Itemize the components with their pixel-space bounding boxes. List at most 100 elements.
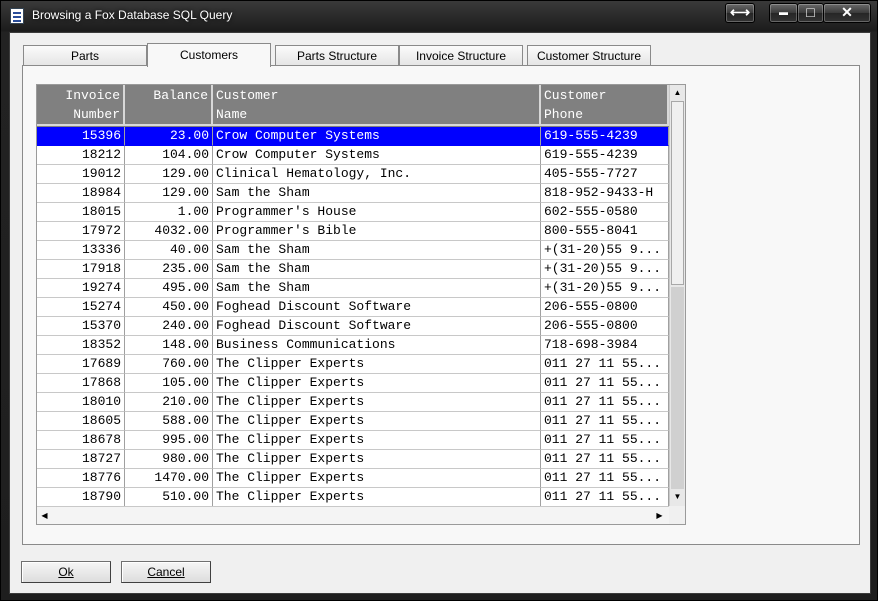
- table-cell[interactable]: 18790: [37, 488, 125, 507]
- table-cell[interactable]: Programmer's House: [213, 203, 541, 222]
- table-cell[interactable]: 23.00: [125, 127, 213, 146]
- table-row[interactable]: 18605 588.00 The Clipper Experts 011 27 11 …: [37, 412, 669, 431]
- table-cell[interactable]: The Clipper Experts: [213, 450, 541, 469]
- table-cell[interactable]: 405-555-7727: [541, 165, 669, 184]
- table-cell[interactable]: 18984: [37, 184, 125, 203]
- table-cell[interactable]: Sam the Sham: [213, 184, 541, 203]
- table-cell[interactable]: 18212: [37, 146, 125, 165]
- table-cell[interactable]: 818-952-9433-H: [541, 184, 669, 203]
- tab-customer-structure[interactable]: Customer Structure: [527, 45, 651, 66]
- table-cell[interactable]: 105.00: [125, 374, 213, 393]
- tab-invoice-structure[interactable]: Invoice Structure: [399, 45, 523, 66]
- table-cell[interactable]: 40.00: [125, 241, 213, 260]
- table-cell[interactable]: 206-555-0800: [541, 298, 669, 317]
- table-cell[interactable]: The Clipper Experts: [213, 393, 541, 412]
- table-cell[interactable]: The Clipper Experts: [213, 412, 541, 431]
- table-cell[interactable]: 206-555-0800: [541, 317, 669, 336]
- title-bar[interactable]: Browsing a Fox Database SQL Query ⟷ ▬ □ …: [1, 1, 877, 33]
- table-cell[interactable]: The Clipper Experts: [213, 488, 541, 507]
- table-cell[interactable]: 995.00: [125, 431, 213, 450]
- table-cell[interactable]: 17689: [37, 355, 125, 374]
- table-cell[interactable]: 129.00: [125, 165, 213, 184]
- tab-customers[interactable]: Customers: [147, 43, 271, 67]
- table-cell[interactable]: 619-555-4239: [541, 146, 669, 165]
- table-cell[interactable]: 495.00: [125, 279, 213, 298]
- table-cell[interactable]: The Clipper Experts: [213, 431, 541, 450]
- table-cell[interactable]: 18727: [37, 450, 125, 469]
- table-row[interactable]: 18015 1.00 Programmer's House 602-555-0580: [37, 203, 669, 222]
- table-cell[interactable]: Sam the Sham: [213, 241, 541, 260]
- cancel-button[interactable]: Cancel: [121, 561, 211, 583]
- table-cell[interactable]: 510.00: [125, 488, 213, 507]
- ok-button[interactable]: Ok: [21, 561, 111, 583]
- column-header[interactable]: Invoice Number: [37, 85, 125, 126]
- column-header[interactable]: Balance: [125, 85, 213, 126]
- table-cell[interactable]: 17868: [37, 374, 125, 393]
- maximize-button[interactable]: □: [797, 3, 824, 23]
- customers-grid[interactable]: Invoice Number Balance Customer Name Customer…: [36, 84, 686, 525]
- table-row[interactable]: 17918 235.00 Sam the Sham +(31-20)55 9...: [37, 260, 669, 279]
- table-cell[interactable]: The Clipper Experts: [213, 355, 541, 374]
- table-cell[interactable]: 800-555-8041: [541, 222, 669, 241]
- vertical-scroll-thumb[interactable]: [671, 101, 684, 285]
- column-header[interactable]: Customer Phone: [541, 85, 669, 126]
- table-row[interactable]: 18984 129.00 Sam the Sham 818-952-9433-H: [37, 184, 669, 203]
- table-row[interactable]: 18212 104.00 Crow Computer Systems 619-555-…: [37, 146, 669, 165]
- table-row[interactable]: 19274 495.00 Sam the Sham +(31-20)55 9...: [37, 279, 669, 298]
- table-cell[interactable]: 19274: [37, 279, 125, 298]
- table-cell[interactable]: 129.00: [125, 184, 213, 203]
- table-row[interactable]: 18678 995.00 The Clipper Experts 011 27 11 …: [37, 431, 669, 450]
- table-cell[interactable]: 19012: [37, 165, 125, 184]
- close-button[interactable]: ✕: [823, 3, 871, 23]
- table-cell[interactable]: Crow Computer Systems: [213, 146, 541, 165]
- table-cell[interactable]: 235.00: [125, 260, 213, 279]
- table-cell[interactable]: Sam the Sham: [213, 279, 541, 298]
- table-row[interactable]: 18352 148.00 Business Communications 718-69…: [37, 336, 669, 355]
- table-row[interactable]: 15370 240.00 Foghead Discount Software 206-…: [37, 317, 669, 336]
- table-cell[interactable]: 240.00: [125, 317, 213, 336]
- table-row[interactable]: 18776 1470.00 The Clipper Experts 011 27 11…: [37, 469, 669, 488]
- table-cell[interactable]: 450.00: [125, 298, 213, 317]
- table-cell[interactable]: 011 27 11 55...: [541, 355, 669, 374]
- table-cell[interactable]: 148.00: [125, 336, 213, 355]
- table-cell[interactable]: 718-698-3984: [541, 336, 669, 355]
- table-row[interactable]: 17689 760.00 The Clipper Experts 011 27 11 …: [37, 355, 669, 374]
- table-cell[interactable]: 18015: [37, 203, 125, 222]
- vertical-scroll-track[interactable]: [671, 287, 684, 489]
- table-cell[interactable]: 1.00: [125, 203, 213, 222]
- table-cell[interactable]: 1470.00: [125, 469, 213, 488]
- table-cell[interactable]: 13336: [37, 241, 125, 260]
- table-cell[interactable]: The Clipper Experts: [213, 374, 541, 393]
- table-cell[interactable]: 602-555-0580: [541, 203, 669, 222]
- table-cell[interactable]: 619-555-4239: [541, 127, 669, 146]
- table-cell[interactable]: 011 27 11 55...: [541, 431, 669, 450]
- table-cell[interactable]: 18776: [37, 469, 125, 488]
- table-cell[interactable]: 17972: [37, 222, 125, 241]
- table-row[interactable]: 18790 510.00 The Clipper Experts 011 27 11 …: [37, 488, 669, 507]
- table-cell[interactable]: +(31-20)55 9...: [541, 260, 669, 279]
- table-cell[interactable]: 011 27 11 55...: [541, 374, 669, 393]
- resize-button[interactable]: ⟷: [725, 3, 755, 23]
- table-cell[interactable]: 011 27 11 55...: [541, 488, 669, 507]
- table-cell[interactable]: 18010: [37, 393, 125, 412]
- table-cell[interactable]: 760.00: [125, 355, 213, 374]
- table-row[interactable]: 15274 450.00 Foghead Discount Software 206-…: [37, 298, 669, 317]
- table-cell[interactable]: Foghead Discount Software: [213, 298, 541, 317]
- scroll-down-arrow-icon[interactable]: ▼: [670, 489, 685, 505]
- table-cell[interactable]: 15370: [37, 317, 125, 336]
- table-cell[interactable]: 011 27 11 55...: [541, 393, 669, 412]
- table-row[interactable]: 18010 210.00 The Clipper Experts 011 27 11 …: [37, 393, 669, 412]
- table-cell[interactable]: Sam the Sham: [213, 260, 541, 279]
- table-cell[interactable]: 210.00: [125, 393, 213, 412]
- table-cell[interactable]: +(31-20)55 9...: [541, 241, 669, 260]
- table-row[interactable]: 17972 4032.00 Programmer's Bible 800-555-80…: [37, 222, 669, 241]
- table-cell[interactable]: 15274: [37, 298, 125, 317]
- table-cell[interactable]: 17918: [37, 260, 125, 279]
- table-row[interactable]: 13336 40.00 Sam the Sham +(31-20)55 9...: [37, 241, 669, 260]
- table-cell[interactable]: Business Communications: [213, 336, 541, 355]
- table-cell[interactable]: 4032.00: [125, 222, 213, 241]
- table-cell[interactable]: Clinical Hematology, Inc.: [213, 165, 541, 184]
- tab-parts[interactable]: Parts: [23, 45, 147, 66]
- table-cell[interactable]: +(31-20)55 9...: [541, 279, 669, 298]
- table-cell[interactable]: 104.00: [125, 146, 213, 165]
